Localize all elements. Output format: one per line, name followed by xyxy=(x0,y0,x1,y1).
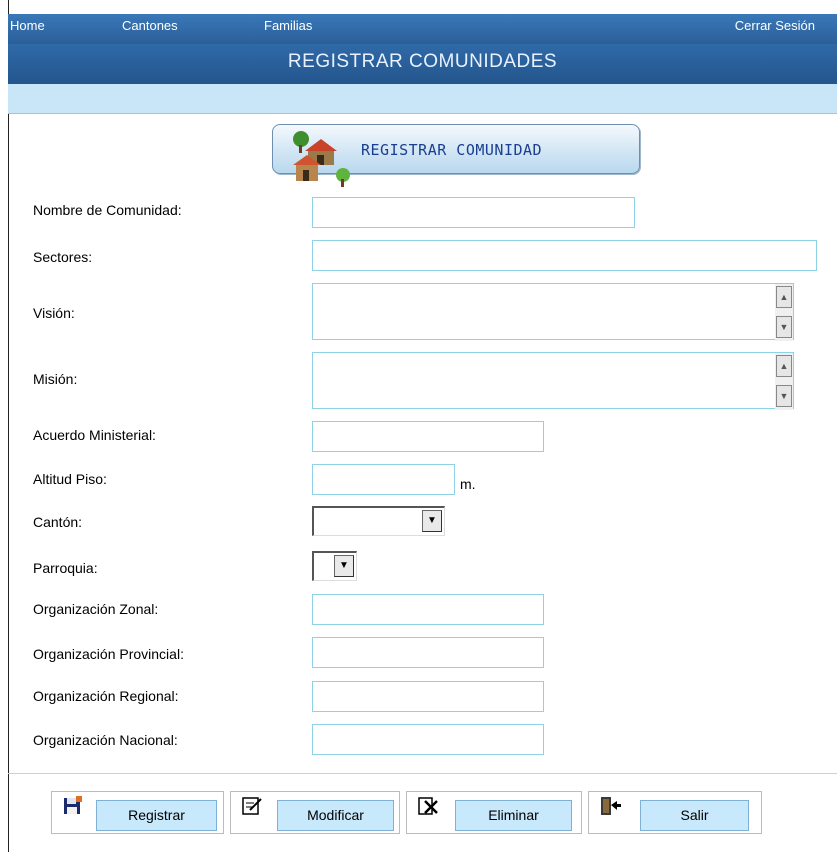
form-header-banner: REGISTRAR COMUNIDAD xyxy=(272,124,640,187)
org-zonal-label: Organización Zonal: xyxy=(33,601,159,617)
houses-trees-icon xyxy=(293,131,350,187)
scroll-down-icon[interactable]: ▼ xyxy=(776,385,792,407)
canton-select[interactable]: ▼ xyxy=(312,506,445,536)
vision-textarea[interactable]: ▲ ▼ xyxy=(312,283,794,341)
scroll-up-icon[interactable]: ▲ xyxy=(776,286,792,308)
left-border xyxy=(8,0,9,852)
save-icon xyxy=(64,796,82,814)
eliminar-group: Eliminar xyxy=(406,791,582,834)
sub-header-bar xyxy=(8,84,837,114)
altitud-unit: m. xyxy=(460,476,476,492)
nombre-label: Nombre de Comunidad: xyxy=(33,202,182,218)
altitud-input[interactable] xyxy=(312,464,455,495)
nav-home-link[interactable]: Home xyxy=(10,18,45,33)
vision-label: Visión: xyxy=(33,305,75,321)
chevron-down-icon[interactable]: ▼ xyxy=(422,510,442,532)
org-provincial-input[interactable] xyxy=(312,637,544,668)
modificar-group: Modificar xyxy=(230,791,400,834)
top-nav-bar: Home Cantones Familias Cerrar Sesión xyxy=(8,14,837,44)
chevron-down-icon[interactable]: ▼ xyxy=(334,555,354,577)
scroll-up-icon[interactable]: ▲ xyxy=(776,355,792,377)
logout-link[interactable]: Cerrar Sesión xyxy=(735,18,815,33)
sectores-label: Sectores: xyxy=(33,249,93,265)
org-regional-input[interactable] xyxy=(312,681,544,712)
eliminar-button[interactable]: Eliminar xyxy=(455,800,572,831)
sectores-input[interactable] xyxy=(312,240,817,271)
nav-familias-link[interactable]: Familias xyxy=(264,18,312,33)
registrar-button[interactable]: Registrar xyxy=(96,800,217,831)
mision-label: Misión: xyxy=(33,371,78,387)
canton-label: Cantón: xyxy=(33,514,83,530)
altitud-label: Altitud Piso: xyxy=(33,471,107,487)
org-nacional-input[interactable] xyxy=(312,724,544,755)
mision-scrollbar[interactable]: ▲ ▼ xyxy=(775,353,793,410)
registrar-group: Registrar xyxy=(51,791,224,834)
footer-divider xyxy=(8,773,837,774)
nav-cantones-link[interactable]: Cantones xyxy=(122,18,178,33)
modificar-button[interactable]: Modificar xyxy=(277,800,394,831)
org-zonal-input[interactable] xyxy=(312,594,544,625)
parroquia-select[interactable]: ▼ xyxy=(312,551,357,581)
org-nacional-label: Organización Nacional: xyxy=(33,732,178,748)
scroll-down-icon[interactable]: ▼ xyxy=(776,316,792,338)
delete-icon xyxy=(418,797,438,815)
vision-scrollbar[interactable]: ▲ ▼ xyxy=(775,284,793,341)
acuerdo-input[interactable] xyxy=(312,421,544,452)
page-title: REGISTRAR COMUNIDADES xyxy=(8,44,837,84)
form-header-title: REGISTRAR COMUNIDAD xyxy=(361,141,543,159)
acuerdo-label: Acuerdo Ministerial: xyxy=(33,427,156,443)
nombre-input[interactable] xyxy=(312,197,635,228)
salir-group: Salir xyxy=(588,791,762,834)
edit-icon xyxy=(242,797,262,815)
salir-button[interactable]: Salir xyxy=(640,800,749,831)
org-regional-label: Organización Regional: xyxy=(33,688,179,704)
org-provincial-label: Organización Provincial: xyxy=(33,646,184,662)
mision-textarea[interactable]: ▲ ▼ xyxy=(312,352,794,410)
exit-icon xyxy=(601,797,621,815)
parroquia-label: Parroquia: xyxy=(33,560,98,576)
app-window: Home Cantones Familias Cerrar Sesión REG… xyxy=(0,0,837,852)
